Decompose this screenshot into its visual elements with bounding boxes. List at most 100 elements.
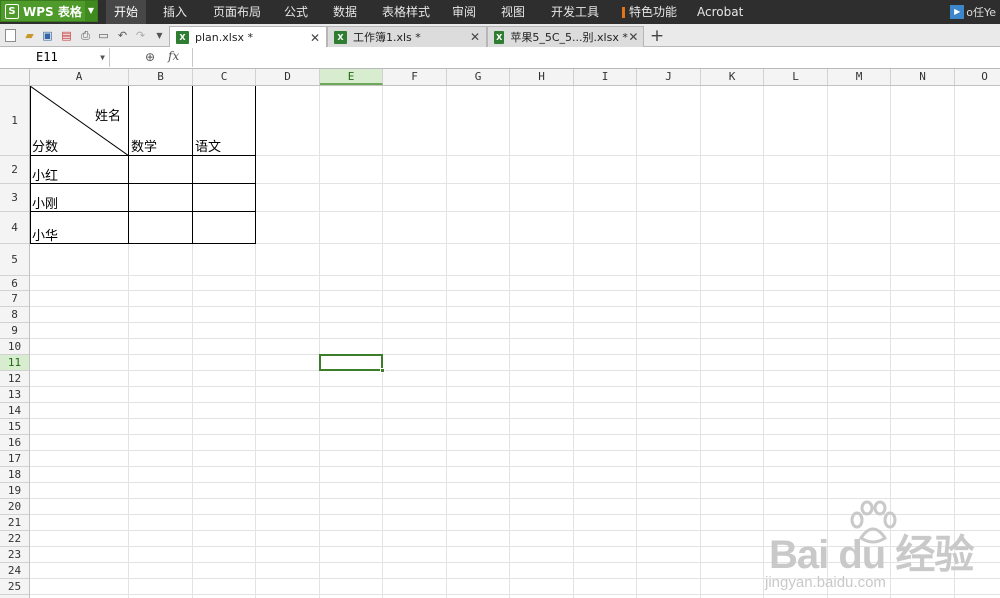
column-header-o[interactable]: O xyxy=(955,69,1000,85)
chevron-down-icon[interactable]: ▼ xyxy=(100,48,105,67)
row-header-4[interactable]: 4 xyxy=(0,212,29,244)
menu-developer[interactable]: 开发工具 xyxy=(543,0,607,24)
menu-view[interactable]: 视图 xyxy=(493,0,533,24)
app-menu-button[interactable]: S WPS 表格 ▼ xyxy=(0,0,98,22)
print-preview-icon[interactable]: ▭ xyxy=(96,28,111,43)
new-tab-plus-icon[interactable]: + xyxy=(648,27,666,45)
close-icon[interactable]: ✕ xyxy=(628,30,639,44)
menu-home[interactable]: 开始 xyxy=(106,0,147,24)
cell-c1: 语文 xyxy=(195,140,222,155)
column-header-c[interactable]: C xyxy=(193,69,256,85)
user-account[interactable]: ▶ o任Ye xyxy=(950,0,996,24)
row-header-3[interactable]: 3 xyxy=(0,184,29,212)
row-header-1[interactable]: 1 xyxy=(0,86,29,156)
column-header-g[interactable]: G xyxy=(447,69,510,85)
menu-table-style[interactable]: 表格样式 xyxy=(374,0,438,24)
column-header-m[interactable]: M xyxy=(828,69,891,85)
cell-a1-score: 分数 xyxy=(32,140,59,155)
menu-bar: S WPS 表格 ▼ 开始 插入 页面布局 公式 数据 表格样式 审阅 视图 开… xyxy=(0,0,1000,24)
row-header-19[interactable]: 19 xyxy=(0,483,29,499)
row-header-15[interactable]: 15 xyxy=(0,419,29,435)
menu-formulas[interactable]: 公式 xyxy=(276,0,316,24)
print-icon[interactable]: ⎙ xyxy=(78,28,93,43)
row-header-9[interactable]: 9 xyxy=(0,323,29,339)
app-title: WPS 表格 xyxy=(23,4,82,19)
column-header-h[interactable]: H xyxy=(510,69,574,85)
gridline-horizontal xyxy=(30,498,1000,499)
row-header-25[interactable]: 25 xyxy=(0,579,29,595)
cell-a3: 小刚 xyxy=(32,197,59,212)
row-header-13[interactable]: 13 xyxy=(0,387,29,403)
column-header-j[interactable]: J xyxy=(637,69,701,85)
column-header-k[interactable]: K xyxy=(701,69,764,85)
row-header-18[interactable]: 18 xyxy=(0,467,29,483)
new-file-icon[interactable] xyxy=(5,29,16,42)
undo-icon[interactable]: ↶ xyxy=(115,28,130,43)
insert-function-icon[interactable]: fx xyxy=(168,49,179,63)
active-cell-selection[interactable] xyxy=(319,354,383,371)
tab-workbook1[interactable]: X 工作簿1.xls * ✕ xyxy=(327,26,487,47)
row-header-11[interactable]: 11 xyxy=(0,355,29,371)
row-header-7[interactable]: 7 xyxy=(0,291,29,307)
menu-data[interactable]: 数据 xyxy=(325,0,365,24)
close-icon[interactable]: ✕ xyxy=(468,30,482,44)
row-header-12[interactable]: 12 xyxy=(0,371,29,387)
fill-handle[interactable] xyxy=(380,368,385,373)
zoom-search-icon[interactable]: ⊕ xyxy=(145,50,155,64)
column-header-b[interactable]: B xyxy=(129,69,193,85)
cell-a2: 小红 xyxy=(32,169,59,184)
column-header-a[interactable]: A xyxy=(30,69,129,85)
menu-insert[interactable]: 插入 xyxy=(155,0,195,24)
column-header-i[interactable]: I xyxy=(574,69,637,85)
cell-a1-name: 姓名 xyxy=(95,109,122,124)
formula-input[interactable] xyxy=(192,48,1000,67)
row-header-22[interactable]: 22 xyxy=(0,531,29,547)
row-header-16[interactable]: 16 xyxy=(0,435,29,451)
select-all-corner[interactable] xyxy=(0,69,30,85)
watermark-url: jingyan.baidu.com xyxy=(765,574,886,591)
column-header-n[interactable]: N xyxy=(891,69,955,85)
column-header-e[interactable]: E xyxy=(320,69,383,85)
row-header-14[interactable]: 14 xyxy=(0,403,29,419)
row-header-8[interactable]: 8 xyxy=(0,307,29,323)
row-header-5[interactable]: 5 xyxy=(0,244,29,276)
row-header-21[interactable]: 21 xyxy=(0,515,29,531)
menu-page-layout[interactable]: 页面布局 xyxy=(205,0,269,24)
save-icon[interactable]: ▣ xyxy=(40,28,55,43)
gridline-horizontal xyxy=(30,306,1000,307)
row-header-10[interactable]: 10 xyxy=(0,339,29,355)
customize-toolbar-icon[interactable]: ▼ xyxy=(152,28,167,43)
table-border xyxy=(30,86,31,244)
column-header-l[interactable]: L xyxy=(764,69,828,85)
column-header-d[interactable]: D xyxy=(256,69,320,85)
gridline-vertical xyxy=(763,86,764,598)
gridline-horizontal xyxy=(30,450,1000,451)
row-header-24[interactable]: 24 xyxy=(0,563,29,579)
row-header-23[interactable]: 23 xyxy=(0,547,29,563)
export-pdf-icon[interactable]: ▤ xyxy=(59,28,74,43)
row-headers: 1 2 3 4 5 6 7 8 9 10 11 12 13 14 15 16 17 18 19 20 21 22 23 24 2… xyxy=(0,86,30,598)
open-folder-icon[interactable]: ▰ xyxy=(22,28,37,43)
row-header-20[interactable]: 20 xyxy=(0,499,29,515)
menu-features[interactable]: 特色功能 xyxy=(621,0,685,24)
row-header-2[interactable]: 2 xyxy=(0,156,29,184)
gridline-horizontal xyxy=(30,354,1000,355)
table-border xyxy=(30,155,256,156)
spreadsheet-file-icon: X xyxy=(176,31,189,44)
gridline-horizontal xyxy=(30,338,1000,339)
tab-apple-xlsx[interactable]: X 苹果5_5C_5...别.xlsx * ✕ xyxy=(487,26,644,47)
table-border xyxy=(30,183,256,184)
tab-plan-xlsx[interactable]: X plan.xlsx * ✕ xyxy=(169,26,327,48)
redo-icon[interactable]: ↷ xyxy=(133,28,148,43)
row-header-6[interactable]: 6 xyxy=(0,276,29,291)
table-border xyxy=(192,86,193,244)
close-icon[interactable]: ✕ xyxy=(308,31,322,45)
column-header-f[interactable]: F xyxy=(383,69,447,85)
gridline-vertical xyxy=(446,86,447,598)
chevron-down-icon: ▼ xyxy=(85,1,97,21)
menu-acrobat[interactable]: Acrobat xyxy=(689,0,751,24)
menu-review[interactable]: 审阅 xyxy=(444,0,484,24)
gridline-horizontal xyxy=(30,386,1000,387)
row-header-17[interactable]: 17 xyxy=(0,451,29,467)
name-box[interactable]: E11 ▼ xyxy=(0,48,110,67)
